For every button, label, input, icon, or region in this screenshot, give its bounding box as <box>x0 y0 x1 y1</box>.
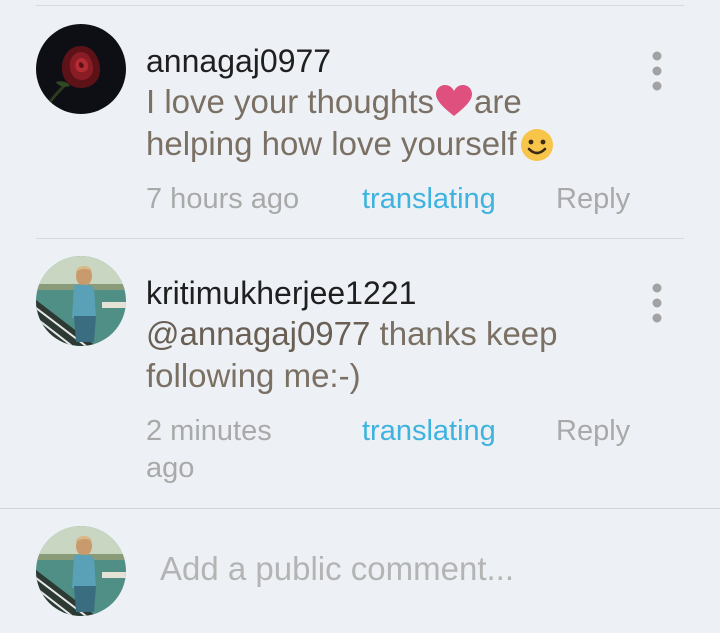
more-vertical-icon[interactable] <box>647 50 667 92</box>
heart-emoji-icon <box>434 84 474 118</box>
mention-link[interactable]: @annagaj0977 <box>146 315 370 352</box>
reply-button[interactable]: Reply <box>556 181 630 218</box>
translate-link[interactable]: translating <box>362 413 496 450</box>
rose-avatar[interactable] <box>36 24 126 114</box>
comment-meta: 7 hours ago translating Reply <box>146 181 630 261</box>
smiling-face-emoji-icon <box>517 126 557 162</box>
more-vertical-icon[interactable] <box>647 282 667 324</box>
translate-link[interactable]: translating <box>362 181 496 218</box>
reply-button[interactable]: Reply <box>556 413 630 450</box>
comment-username[interactable]: kritimukherjee1221 <box>146 274 626 312</box>
comment-divider <box>36 238 684 239</box>
public-comment-input[interactable] <box>160 550 660 588</box>
top-divider <box>36 5 684 6</box>
comment-text: @annagaj0977 thanks keep following me:-) <box>146 313 626 397</box>
woman-tennis-court-avatar[interactable] <box>36 256 126 346</box>
comments-screen: annagaj0977 I love your thoughts are help… <box>0 0 720 633</box>
comment-username[interactable]: annagaj0977 <box>146 42 626 80</box>
comment-text-part1: I love your thoughts <box>146 83 435 120</box>
comment-meta: 2 minutes ago translating Reply <box>146 413 630 493</box>
compose-bar <box>36 526 686 616</box>
comment-text: I love your thoughts are helping how love… <box>146 81 626 165</box>
user-avatar <box>36 526 126 616</box>
compose-divider <box>0 508 720 509</box>
comment-timestamp: 7 hours ago <box>146 183 300 215</box>
comment-timestamp: 2 minutes ago <box>146 415 272 484</box>
